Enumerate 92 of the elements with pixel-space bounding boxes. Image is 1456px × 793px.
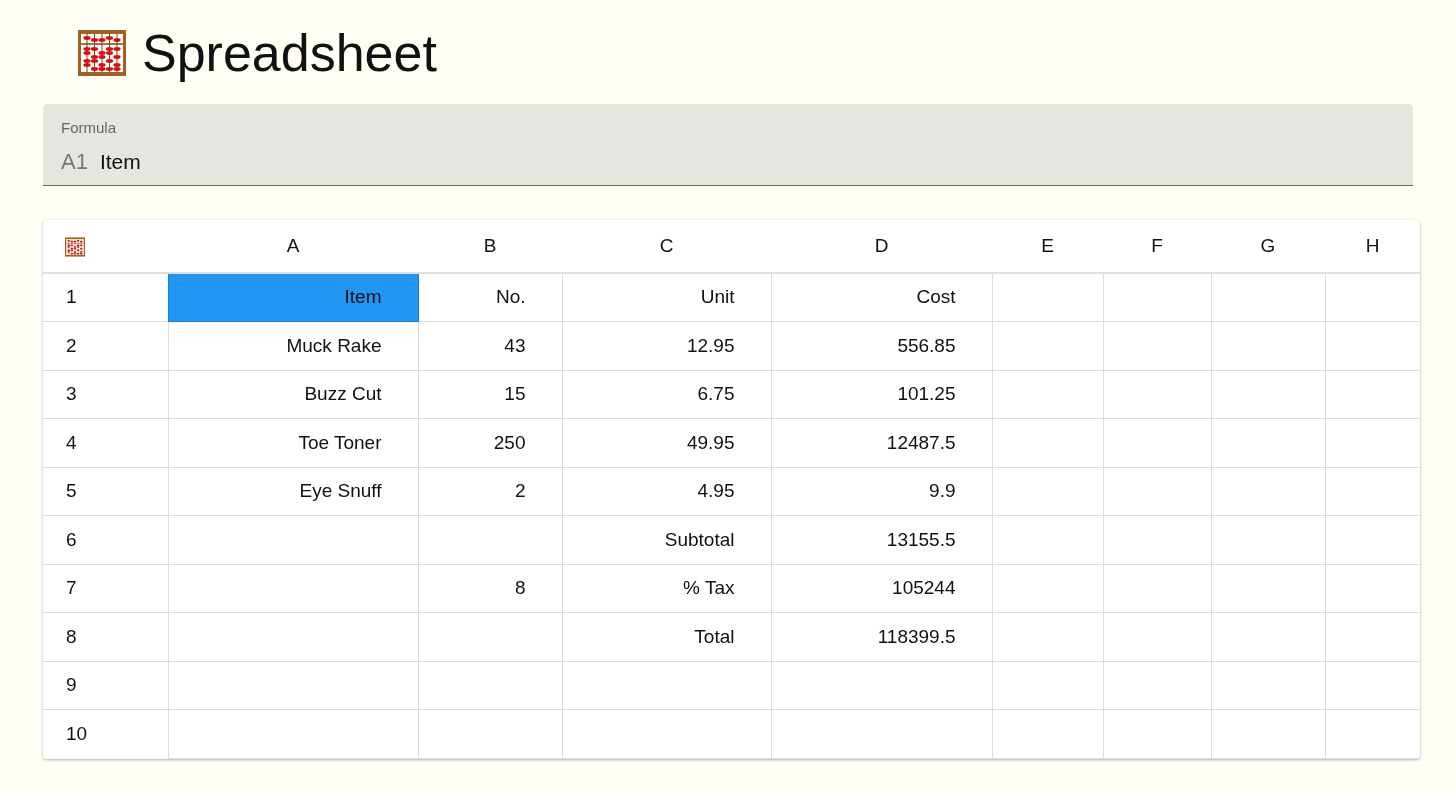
table-cell[interactable] [771, 661, 992, 710]
table-cell[interactable] [562, 661, 771, 710]
abacus-icon [78, 29, 126, 77]
table-cell[interactable]: 6.75 [562, 370, 771, 419]
table-cell[interactable] [992, 418, 1103, 467]
row-header[interactable]: 10 [43, 709, 168, 758]
table-cell[interactable] [1211, 661, 1325, 710]
table-cell[interactable] [992, 370, 1103, 419]
row-header[interactable]: 8 [43, 612, 168, 661]
table-cell[interactable]: No. [418, 273, 562, 322]
table-cell[interactable] [1211, 418, 1325, 467]
table-cell[interactable] [168, 515, 418, 564]
table-cell[interactable]: Toe Toner [168, 418, 418, 467]
table-cell[interactable]: Subtotal [562, 515, 771, 564]
table-cell[interactable] [168, 709, 418, 758]
table-cell[interactable] [992, 467, 1103, 516]
table-cell[interactable] [771, 709, 992, 758]
table-cell[interactable] [418, 612, 562, 661]
table-cell[interactable]: 15 [418, 370, 562, 419]
table-cell[interactable]: Buzz Cut [168, 370, 418, 419]
column-header[interactable]: F [1103, 220, 1211, 273]
table-cell[interactable] [562, 709, 771, 758]
cell-reference: A1 [61, 148, 88, 176]
table-cell[interactable]: 12487.5 [771, 418, 992, 467]
table-cell[interactable] [1103, 321, 1211, 370]
table-cell[interactable]: 9.9 [771, 467, 992, 516]
row-header[interactable]: 7 [43, 564, 168, 613]
table-cell[interactable] [1103, 612, 1211, 661]
table-cell[interactable] [1103, 467, 1211, 516]
table-cell[interactable] [1211, 467, 1325, 516]
row-header[interactable]: 6 [43, 515, 168, 564]
table-cell[interactable] [168, 661, 418, 710]
table-cell[interactable] [992, 709, 1103, 758]
column-header[interactable]: B [418, 220, 562, 273]
table-cell[interactable] [1211, 709, 1325, 758]
column-header[interactable]: H [1325, 220, 1420, 273]
table-cell[interactable] [1211, 273, 1325, 322]
table-cell[interactable] [168, 564, 418, 613]
table-cell[interactable]: 118399.5 [771, 612, 992, 661]
table-cell[interactable] [992, 564, 1103, 613]
table-cell[interactable] [1103, 515, 1211, 564]
row-header[interactable]: 5 [43, 467, 168, 516]
table-cell[interactable]: 12.95 [562, 321, 771, 370]
table-cell[interactable] [1103, 273, 1211, 322]
table-cell[interactable] [992, 273, 1103, 322]
table-cell[interactable] [1211, 370, 1325, 419]
table-cell[interactable] [1211, 321, 1325, 370]
table-cell[interactable] [418, 661, 562, 710]
table-cell[interactable]: 43 [418, 321, 562, 370]
formula-label: Formula [61, 120, 117, 135]
table-cell[interactable] [1103, 709, 1211, 758]
row-header[interactable]: 2 [43, 321, 168, 370]
table-cell[interactable] [418, 709, 562, 758]
table-cell[interactable] [1103, 370, 1211, 419]
table-cell[interactable] [168, 612, 418, 661]
table-cell[interactable] [418, 515, 562, 564]
table-cell[interactable] [1211, 564, 1325, 613]
table-cell[interactable]: Item [168, 273, 418, 322]
table-cell[interactable]: 556.85 [771, 321, 992, 370]
table-cell[interactable]: Cost [771, 273, 992, 322]
table-cell[interactable] [1103, 564, 1211, 613]
table-cell[interactable]: 4.95 [562, 467, 771, 516]
table-cell[interactable]: 13155.5 [771, 515, 992, 564]
formula-value[interactable]: Item [99, 146, 141, 178]
column-header[interactable]: C [562, 220, 771, 273]
table-cell[interactable]: 101.25 [771, 370, 992, 419]
table-cell[interactable]: 105244 [771, 564, 992, 613]
table-cell[interactable] [992, 515, 1103, 564]
table-cell[interactable] [1103, 418, 1211, 467]
row-header[interactable]: 9 [43, 661, 168, 710]
row-header[interactable]: 3 [43, 370, 168, 419]
table-cell[interactable]: 8 [418, 564, 562, 613]
column-header[interactable]: A [168, 220, 418, 273]
table-cell[interactable] [1211, 612, 1325, 661]
column-header[interactable]: D [771, 220, 992, 273]
row-header[interactable]: 4 [43, 418, 168, 467]
column-header[interactable]: E [992, 220, 1103, 273]
abacus-icon [65, 236, 85, 257]
table-cell[interactable] [992, 661, 1103, 710]
table-cell[interactable]: 49.95 [562, 418, 771, 467]
table-cell[interactable] [992, 612, 1103, 661]
table-cell[interactable] [1211, 515, 1325, 564]
table-cell[interactable]: Total [562, 612, 771, 661]
table-cell[interactable]: 2 [418, 467, 562, 516]
table-cell[interactable]: Eye Snuff [168, 467, 418, 516]
table-cell[interactable]: 250 [418, 418, 562, 467]
table-cell[interactable]: % Tax [562, 564, 771, 613]
table-cell[interactable] [992, 321, 1103, 370]
table-cell[interactable]: Unit [562, 273, 771, 322]
table-cell[interactable]: Muck Rake [168, 321, 418, 370]
column-header[interactable]: G [1211, 220, 1325, 273]
table-cell[interactable] [1103, 661, 1211, 710]
